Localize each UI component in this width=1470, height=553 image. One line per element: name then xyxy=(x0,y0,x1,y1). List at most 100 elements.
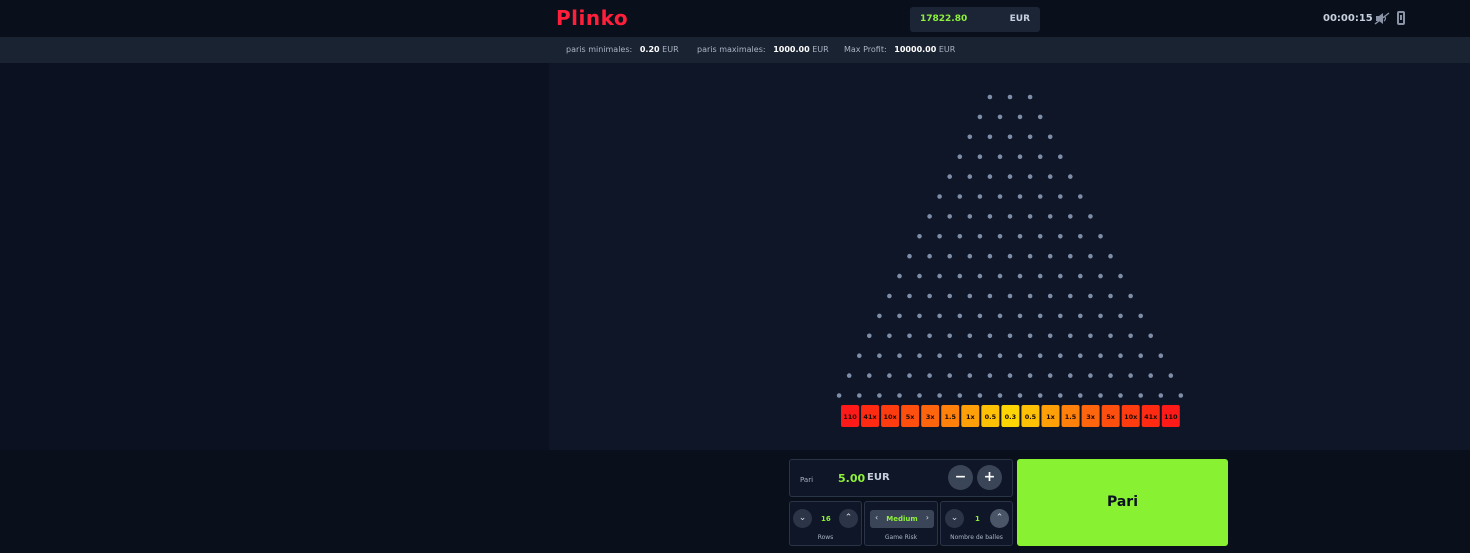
bet-amount[interactable]: 5.00 xyxy=(838,472,865,485)
rows-down-button[interactable]: ⌄ xyxy=(793,509,812,528)
peg xyxy=(1047,333,1053,339)
peg xyxy=(927,333,932,339)
balls-up-button[interactable]: ⌃ xyxy=(990,509,1009,528)
peg xyxy=(957,194,963,199)
peg xyxy=(1007,94,1013,100)
peg xyxy=(917,273,922,279)
peg xyxy=(1007,333,1013,339)
peg xyxy=(967,214,973,219)
multiplier-label: 1x xyxy=(966,413,976,421)
peg xyxy=(1007,373,1013,378)
peg xyxy=(1088,293,1093,299)
peg xyxy=(1058,273,1063,279)
peg xyxy=(967,174,973,179)
rows-up-button[interactable]: ⌃ xyxy=(839,509,858,528)
peg xyxy=(1007,293,1013,299)
peg xyxy=(1088,333,1093,339)
multiplier-label: 0.5 xyxy=(985,413,997,421)
increase-bet-button[interactable]: + xyxy=(977,465,1002,490)
peg xyxy=(1037,234,1043,239)
peg xyxy=(927,253,932,259)
peg xyxy=(1128,373,1133,378)
peg xyxy=(987,373,993,378)
balls-down-button[interactable]: ⌄ xyxy=(945,509,964,528)
peg xyxy=(997,154,1003,159)
multiplier-bucket: 5x xyxy=(1101,405,1120,427)
peg xyxy=(937,273,942,279)
peg xyxy=(1058,353,1063,359)
multiplier-label: 10x xyxy=(1124,413,1138,421)
peg xyxy=(927,293,932,299)
peg xyxy=(1118,273,1123,279)
multiplier-label: 41x xyxy=(1144,413,1158,421)
peg xyxy=(1108,373,1113,378)
multiplier-label: 5x xyxy=(906,413,916,421)
peg xyxy=(1058,154,1063,159)
peg xyxy=(1138,313,1143,319)
peg xyxy=(927,373,932,378)
peg xyxy=(987,214,993,219)
peg xyxy=(1138,353,1143,359)
multiplier-bucket: 3x xyxy=(1081,405,1100,427)
peg xyxy=(1098,313,1103,319)
peg xyxy=(897,313,902,319)
peg xyxy=(1027,174,1033,179)
peg xyxy=(987,293,993,299)
peg xyxy=(987,94,993,100)
risk-selector[interactable]: ‹ Medium › xyxy=(870,510,934,528)
peg xyxy=(1068,373,1073,378)
peg xyxy=(1007,214,1013,219)
bet-label: Pari xyxy=(800,476,814,484)
peg xyxy=(957,234,963,239)
peg xyxy=(1027,134,1033,140)
peg xyxy=(1098,234,1103,239)
multiplier-bucket: 10x xyxy=(1121,405,1140,427)
peg xyxy=(947,293,952,299)
peg xyxy=(877,353,882,359)
balls-label: Nombre de balles xyxy=(950,534,1003,541)
multiplier-label: 5x xyxy=(1106,413,1116,421)
bet-currency: EUR xyxy=(867,472,890,483)
peg xyxy=(987,333,993,339)
peg xyxy=(1098,353,1103,359)
peg xyxy=(977,313,983,319)
peg xyxy=(967,253,973,259)
play-button[interactable]: Pari xyxy=(1017,459,1228,546)
multiplier-bucket: 0.5 xyxy=(1021,405,1040,427)
risk-label: Game Risk xyxy=(884,534,918,541)
peg xyxy=(1108,253,1113,259)
peg xyxy=(1078,393,1083,398)
peg xyxy=(1017,154,1023,159)
multiplier-bucket: 1x xyxy=(1041,405,1060,427)
peg xyxy=(1078,273,1083,279)
peg xyxy=(907,373,912,378)
peg xyxy=(947,253,952,259)
peg xyxy=(977,114,983,120)
peg xyxy=(977,273,983,279)
peg xyxy=(1158,353,1164,359)
rows-label: Rows xyxy=(817,534,834,541)
balls-value: 1 xyxy=(975,515,980,523)
peg xyxy=(836,393,842,398)
peg xyxy=(1148,373,1153,378)
peg xyxy=(1007,253,1013,259)
multiplier-label: 110 xyxy=(843,413,857,421)
peg xyxy=(867,373,872,378)
decrease-bet-button[interactable]: − xyxy=(948,465,973,490)
peg xyxy=(937,393,942,398)
peg xyxy=(1098,393,1103,398)
multiplier-label: 0.3 xyxy=(1005,413,1017,421)
peg xyxy=(1027,373,1033,378)
risk-next-button[interactable]: › xyxy=(926,513,929,522)
peg xyxy=(967,373,973,378)
peg xyxy=(1058,313,1063,319)
peg xyxy=(1047,293,1053,299)
peg xyxy=(1037,154,1043,159)
peg xyxy=(957,154,963,159)
peg xyxy=(1037,194,1043,199)
peg xyxy=(1098,273,1103,279)
risk-value: Medium xyxy=(886,515,918,523)
peg xyxy=(967,333,973,339)
peg xyxy=(967,293,973,299)
risk-panel: ‹ Medium › Game Risk xyxy=(864,501,938,546)
